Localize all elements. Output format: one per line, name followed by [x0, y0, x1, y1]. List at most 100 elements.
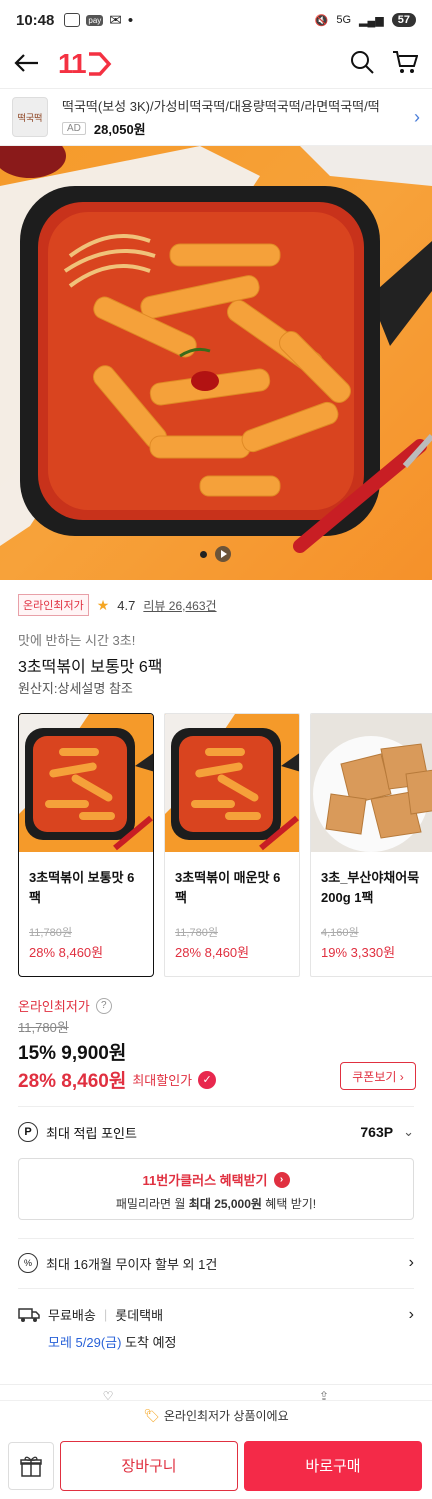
option-price: 28% 8,460원 — [175, 945, 250, 960]
option-name: 3초떡볶이 보통맛 6팩 — [29, 870, 135, 905]
back-arrow-icon[interactable] — [14, 48, 46, 80]
divider — [18, 1238, 414, 1239]
dot-icon: • — [127, 11, 134, 29]
chevron-right-icon: › — [414, 106, 420, 127]
cart-icon[interactable] — [392, 50, 419, 79]
chevron-right-icon: › — [408, 1254, 414, 1271]
ad-banner[interactable]: 떡국떡 떡국떡(보성 3K)/가성비떡국떡/대용량떡국떡/라면떡국떡/떡 AD … — [0, 88, 432, 146]
logo-text: 11 — [58, 48, 87, 79]
rating-value: 4.7 — [117, 597, 136, 613]
divider — [18, 1106, 414, 1107]
buy-now-button[interactable]: 바로구매 — [244, 1440, 422, 1491]
points-value: 763P — [360, 1124, 394, 1140]
club-sub-post: 혜택 받기! — [261, 1197, 317, 1211]
battery-icon: 57 — [391, 13, 416, 27]
club-banner[interactable]: 11번가클러스 혜택받기 › 패밀리라면 월 최대 25,000원 혜택 받기! — [18, 1158, 414, 1220]
delivery-date: 모레 5/29(금) 도착 예정 — [18, 1332, 414, 1351]
coupon-button[interactable]: 쿠폰보기 › — [340, 1062, 416, 1090]
product-title: 3초떡볶이 보통맛 6팩 — [18, 659, 163, 676]
product-meta: 온라인최저가 ★ 4.7 리뷰 26,463건 — [18, 594, 217, 616]
logo-arrow-icon — [88, 52, 111, 76]
option-image — [311, 714, 432, 852]
separator: | — [103, 1307, 108, 1322]
review-link[interactable]: 리뷰 26,463건 — [143, 597, 216, 614]
play-icon[interactable] — [215, 546, 231, 562]
option-price: 28% 8,460원 — [29, 945, 104, 960]
lowest-price-label: 온라인최저가 ? — [18, 996, 112, 1015]
search-icon[interactable] — [350, 50, 374, 79]
free-shipping-label: 무료배송 — [48, 1308, 96, 1323]
heart-icon[interactable]: ♡ — [0, 1385, 216, 1400]
option-image — [19, 714, 153, 852]
pay-icon: pay — [86, 14, 104, 26]
delivery-arrival-text: 도착 예정 — [121, 1335, 177, 1350]
partial-action-row: ♡ ⇪ — [0, 1384, 432, 1400]
discount-price: 15% 9,900원 — [18, 1043, 127, 1064]
points-row[interactable]: P 최대 적립 포인트 763P ⌄ — [18, 1122, 414, 1142]
network-icon: 5G — [336, 14, 352, 26]
installment-label: 최대 16개월 무이자 할부 외 1건 — [46, 1256, 218, 1272]
notification-icon — [64, 13, 81, 27]
option-image — [165, 714, 299, 852]
carousel-dot[interactable] — [200, 550, 207, 558]
gift-icon — [20, 1456, 42, 1477]
chevron-down-icon[interactable]: ✓ — [198, 1070, 217, 1089]
club-subtitle: 패밀리라면 월 최대 25,000원 혜택 받기! — [19, 1195, 413, 1212]
truck-icon — [18, 1307, 40, 1323]
option-price: 19% 3,330원 — [321, 945, 396, 960]
installment-row[interactable]: % 최대 16개월 무이자 할부 외 1건 › — [18, 1253, 414, 1273]
lowest-price-badge: 온라인최저가 — [18, 594, 89, 616]
club-title: 11번가클러스 혜택받기 — [142, 1173, 268, 1188]
club-sub-pre: 패밀리라면 월 — [115, 1197, 189, 1211]
ad-thumbnail: 떡국떡 — [12, 97, 48, 137]
ad-title: 떡국떡(보성 3K)/가성비떡국떡/대용량떡국떡/라면떡국떡/떡 — [62, 99, 380, 114]
arrow-right-icon: › — [273, 1171, 290, 1188]
mute-icon: 🔇 — [314, 14, 329, 27]
star-icon: ★ — [96, 596, 110, 613]
tteokbokki-illustration — [0, 146, 432, 553]
option-name: 3초_부산야채어묵 200g 1팩 — [321, 870, 420, 905]
app-header: 11 — [0, 40, 432, 88]
logo[interactable]: 11 — [58, 48, 112, 80]
status-time: 10:48 — [16, 11, 55, 29]
bottom-action-bar: 장바구니 바로구매 — [0, 1432, 432, 1499]
point-icon: P — [18, 1122, 38, 1142]
ad-price: 28,050원 — [93, 122, 146, 137]
share-icon[interactable]: ⇪ — [216, 1385, 432, 1400]
option-card[interactable]: 3초_부산야채어묵 200g 1팩 4,160원 19% 3,330원 — [310, 713, 432, 977]
points-label: 최대 적립 포인트 — [46, 1125, 137, 1141]
carousel-indicator — [200, 546, 231, 562]
delivery-date-value: 모레 5/29(금) — [48, 1335, 122, 1350]
lowest-price-notice: 🏷 온라인최저가 상품이에요 — [0, 1400, 432, 1430]
product-subtitle: 맛에 반하는 시간 3초! — [18, 633, 136, 648]
percent-icon: % — [18, 1253, 38, 1273]
status-notification-icons: pay ✉ • — [64, 11, 133, 29]
option-original-price: 11,780원 — [29, 927, 72, 939]
chevron-right-icon: › — [408, 1305, 414, 1323]
option-card[interactable]: 3초떡볶이 매운맛 6팩 11,780원 28% 8,460원 — [164, 713, 300, 977]
max-discount-value: 28% 8,460원 — [18, 1071, 127, 1092]
club-sub-bold: 최대 25,000원 — [188, 1197, 262, 1211]
lowest-price-text: 온라인최저가 — [18, 999, 90, 1014]
option-list: 3초떡볶이 보통맛 6팩 11,780원 28% 8,460원 3초떡볶이 매운… — [18, 713, 432, 979]
option-original-price: 11,780원 — [175, 927, 218, 939]
max-discount-price: 28% 8,460원 최대할인가 ✓ — [18, 1066, 217, 1093]
chevron-down-icon: ⌄ — [403, 1124, 414, 1139]
option-original-price: 4,160원 — [321, 927, 359, 939]
notice-text: 온라인최저가 상품이에요 — [163, 1409, 289, 1423]
add-to-cart-button[interactable]: 장바구니 — [60, 1440, 238, 1491]
status-bar: 10:48 pay ✉ • 🔇 5G ▂▄▆ 57 — [0, 0, 432, 40]
carrier-label: 롯데택배 — [115, 1308, 164, 1323]
option-name: 3초떡볶이 매운맛 6팩 — [175, 870, 281, 905]
gift-button[interactable] — [8, 1441, 54, 1490]
max-discount-label: 최대할인가 — [132, 1073, 193, 1088]
signal-icon: ▂▄▆ — [359, 14, 384, 27]
mail-icon: ✉ — [109, 12, 122, 29]
help-icon[interactable]: ? — [95, 997, 112, 1014]
product-origin: 원산지:상세설명 참조 — [18, 681, 133, 696]
option-card[interactable]: 3초떡볶이 보통맛 6팩 11,780원 28% 8,460원 — [18, 713, 154, 977]
tag-icon: 🏷 — [143, 1407, 160, 1423]
product-hero-image[interactable] — [0, 146, 432, 580]
shipping-section[interactable]: 무료배송 | 롯데택배 › 모레 5/29(금) 도착 예정 — [18, 1305, 414, 1351]
original-price: 11,780원 — [18, 1020, 69, 1035]
